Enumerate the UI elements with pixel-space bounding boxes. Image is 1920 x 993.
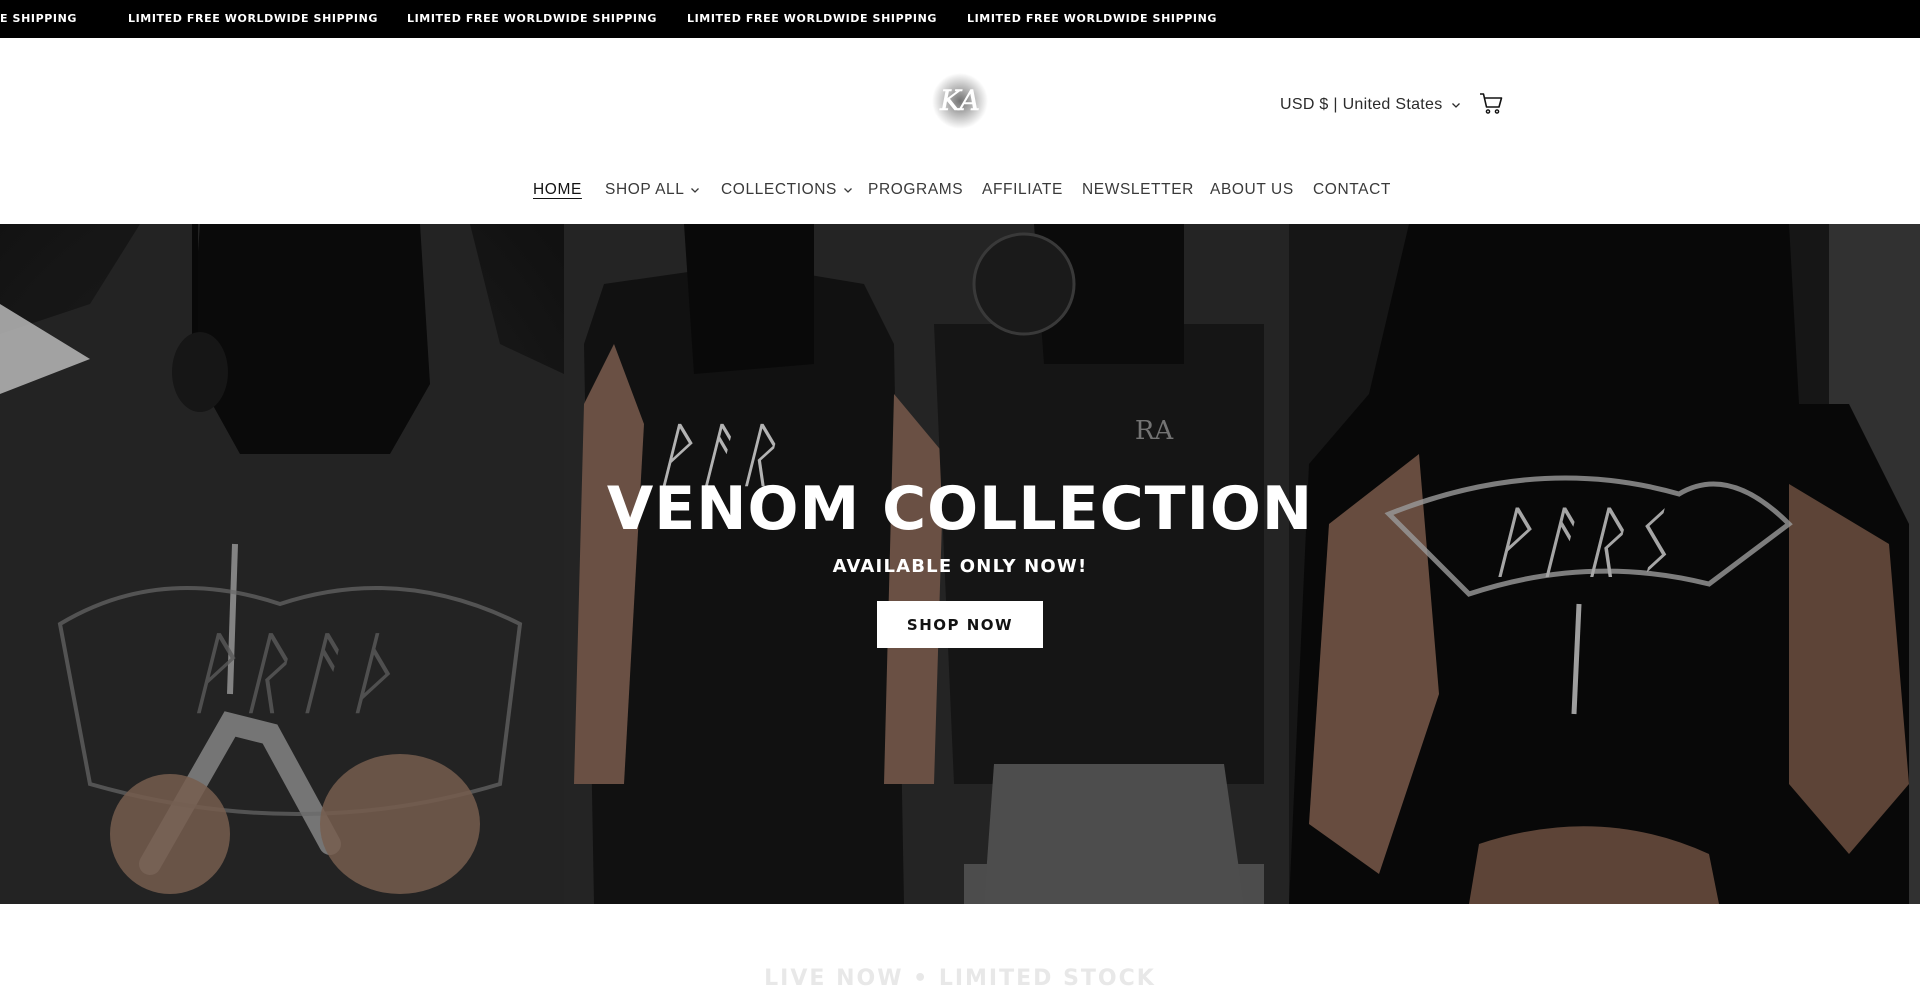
hero-banner: ᚹᚱᚨᚦ ᚹᚨᚱ RA ᚹᚨᚱᛊ VENOM COLLECTION AVAILA… — [0, 224, 1920, 904]
nav-item-shop-all[interactable]: SHOP ALL — [605, 172, 700, 208]
announcement-message: LIMITED FREE WORLDWIDE SHIPPING — [407, 12, 658, 25]
nav-item-label: HOME — [533, 181, 582, 198]
nav-item-label: NEWSLETTER — [1082, 181, 1194, 198]
nav-item-about-us[interactable]: ABOUT US — [1210, 172, 1294, 208]
nav-item-affiliate[interactable]: AFFILIATE — [982, 172, 1063, 208]
site-header: KA USD $ | United States HOME SHOP ALL C… — [0, 38, 1920, 224]
chevron-down-icon — [844, 188, 852, 193]
nav-item-contact[interactable]: CONTACT — [1313, 172, 1391, 208]
svg-text:KA: KA — [939, 84, 980, 117]
chevron-down-icon — [691, 188, 700, 193]
nav-item-collections[interactable]: COLLECTIONS — [721, 172, 853, 208]
section-heading: LIVE NOW • LIMITED STOCK — [764, 966, 1156, 991]
nav-item-programs[interactable]: PROGRAMS — [868, 172, 963, 208]
main-navigation: HOME SHOP ALL COLLECTIONS PROGRAMS AFFIL… — [0, 172, 1920, 208]
hero-subtitle: AVAILABLE ONLY NOW! — [832, 556, 1088, 577]
hero-title: VENOM COLLECTION — [606, 474, 1314, 544]
logo-monogram-icon: KA — [932, 73, 988, 129]
cart-icon — [1480, 93, 1503, 114]
announcement-marquee: E SHIPPING LIMITED FREE WORLDWIDE SHIPPI… — [0, 0, 1920, 38]
nav-item-label: COLLECTIONS — [721, 181, 837, 198]
currency-country-label: USD $ | United States — [1280, 96, 1443, 113]
announcement-message: LIMITED FREE WORLDWIDE SHIPPING — [967, 12, 1218, 25]
shop-now-button[interactable]: SHOP NOW — [877, 601, 1043, 648]
featured-section: LIVE NOW • LIMITED STOCK — [0, 904, 1920, 993]
nav-item-label: PROGRAMS — [868, 181, 964, 198]
nav-item-newsletter[interactable]: NEWSLETTER — [1082, 172, 1194, 208]
announcement-bar: E SHIPPING LIMITED FREE WORLDWIDE SHIPPI… — [0, 0, 1920, 38]
chevron-down-icon — [1451, 103, 1460, 108]
nav-item-label: AFFILIATE — [982, 181, 1063, 198]
cart-button[interactable] — [1478, 90, 1504, 116]
nav-item-label: CONTACT — [1313, 181, 1391, 198]
store-logo[interactable]: KA — [930, 70, 990, 130]
announcement-message: LIMITED FREE WORLDWIDE SHIPPING — [687, 12, 938, 25]
nav-item-home[interactable]: HOME — [533, 172, 582, 208]
announcement-message: LIMITED FREE WORLDWIDE SHIPPING — [128, 12, 379, 25]
announcement-message: E SHIPPING — [0, 12, 78, 25]
nav-item-label: ABOUT US — [1210, 181, 1294, 198]
currency-country-selector[interactable]: USD $ | United States — [1280, 94, 1461, 116]
nav-item-label: SHOP ALL — [605, 181, 685, 198]
